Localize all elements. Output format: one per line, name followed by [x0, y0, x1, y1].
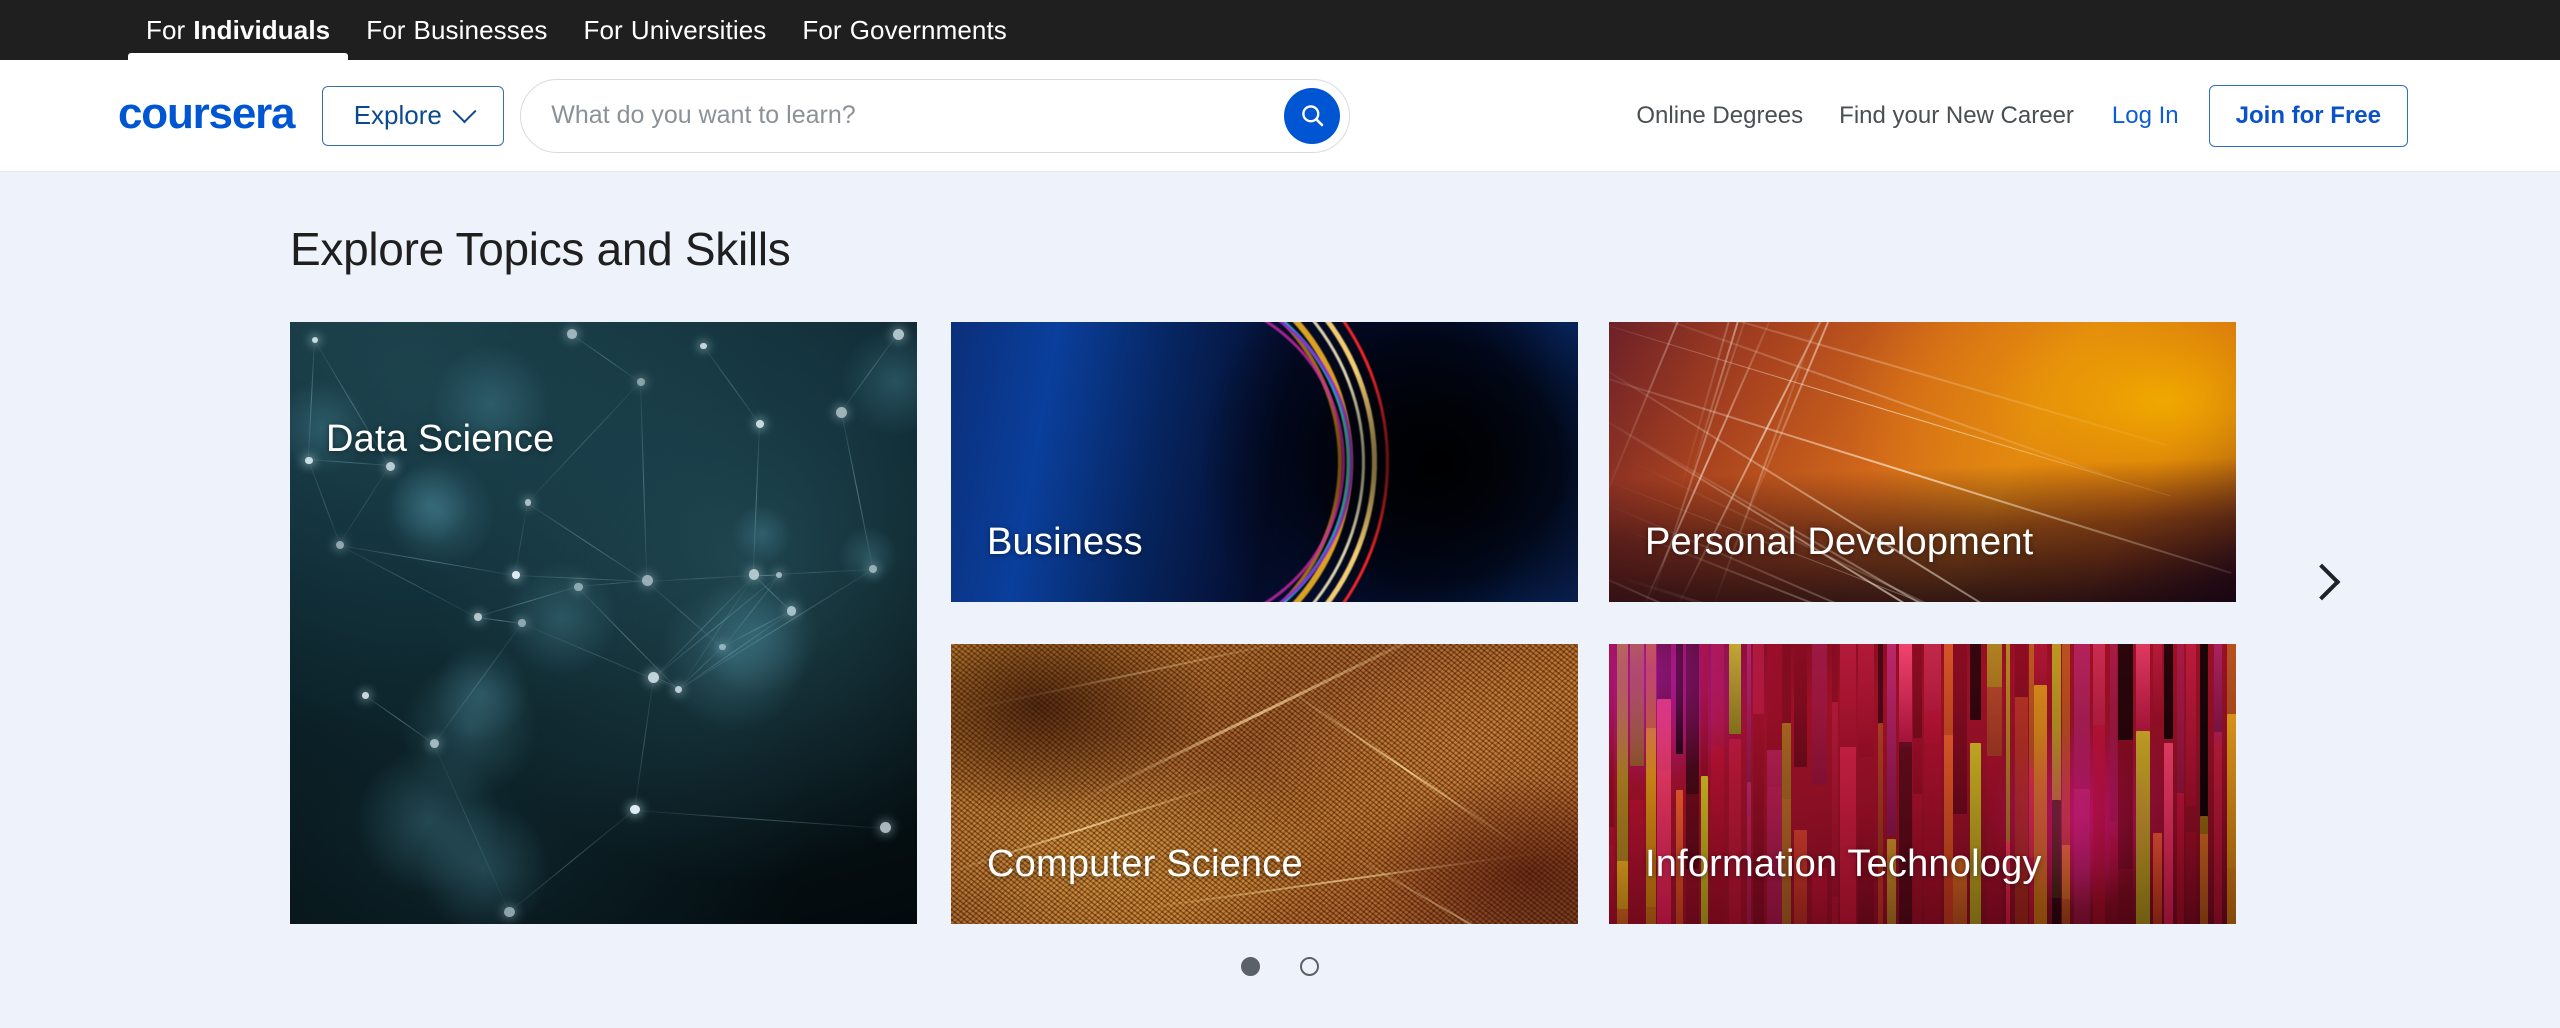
carousel-pagination — [0, 957, 2560, 976]
search-icon — [1302, 105, 1324, 127]
coursera-logo[interactable]: coursera — [118, 91, 295, 140]
topic-card-label: Computer Science — [987, 843, 1303, 885]
topic-card-label: Data Science — [326, 418, 555, 460]
carousel-next-button[interactable] — [2290, 547, 2360, 617]
audience-tab-universities[interactable]: For Universities — [566, 0, 785, 60]
carousel-dot-2[interactable] — [1300, 957, 1319, 976]
topic-card-label: Business — [987, 521, 1143, 563]
audience-tab-label: Governments — [849, 14, 1007, 45]
card-background-data-science — [290, 322, 917, 924]
audience-tab-businesses[interactable]: For Businesses — [348, 0, 565, 60]
explore-button-label: Explore — [353, 100, 442, 130]
audience-tab-individuals[interactable]: For Individuals — [128, 0, 349, 60]
audience-tab-prefix: For — [366, 14, 406, 45]
topic-card-data-science[interactable]: Data Science — [290, 322, 917, 924]
audience-tab-prefix: For — [146, 14, 186, 45]
header-nav: Online Degrees Find your New Career Log … — [1618, 84, 2560, 147]
search-bar — [520, 78, 1351, 153]
carousel-dot-1[interactable] — [1241, 957, 1260, 976]
audience-tab-prefix: For — [583, 14, 623, 45]
explore-button[interactable]: Explore — [322, 85, 505, 146]
topic-carousel: Data Science Business Personal Developme… — [290, 322, 2236, 924]
chevron-right-icon — [2303, 563, 2341, 601]
page-title: Explore Topics and Skills — [290, 223, 791, 275]
explore-section: Explore Topics and Skills Data Science B… — [0, 172, 2560, 1027]
topic-card-computer-science[interactable]: Computer Science — [951, 644, 1578, 924]
audience-tab-label: Businesses — [413, 14, 548, 45]
topic-card-label: Personal Development — [1645, 521, 2034, 563]
topic-card-information-technology[interactable]: Information Technology — [1609, 644, 2236, 924]
topic-card-label: Information Technology — [1645, 843, 2042, 885]
join-for-free-button[interactable]: Join for Free — [2208, 84, 2408, 147]
search-submit-button[interactable] — [1284, 87, 1341, 144]
nav-link-online-degrees[interactable]: Online Degrees — [1618, 102, 1821, 130]
audience-tab-prefix: For — [802, 14, 842, 45]
audience-tab-governments[interactable]: For Governments — [784, 0, 1024, 60]
search-input[interactable] — [520, 78, 1351, 153]
topic-card-personal-development[interactable]: Personal Development — [1609, 322, 2236, 602]
audience-tab-label: Universities — [630, 14, 767, 45]
nav-link-log-in[interactable]: Log In — [2092, 102, 2201, 130]
chevron-down-icon — [452, 99, 477, 124]
site-header: coursera Explore Online Degrees Find you… — [0, 60, 2560, 172]
nav-link-find-your-new-career[interactable]: Find your New Career — [1821, 102, 2092, 130]
audience-bar: For Individuals For Businesses For Unive… — [0, 0, 2560, 60]
topic-card-business[interactable]: Business — [951, 322, 1578, 602]
audience-tab-label: Individuals — [193, 14, 331, 45]
